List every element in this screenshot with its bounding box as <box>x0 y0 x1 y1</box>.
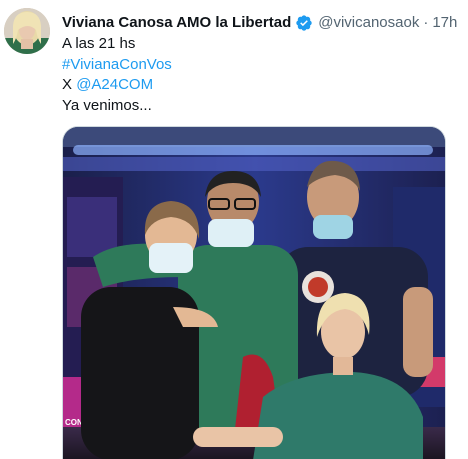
verified-badge-icon <box>295 14 313 32</box>
tweet-text-segment: A las 21 hs <box>62 35 136 52</box>
tweet-text-line: X @A24COM <box>62 75 458 96</box>
tweet-text: A las 21 hs #VivianaConVos X @A24COM Ya … <box>62 34 458 116</box>
author-display-name[interactable]: Viviana Canosa AMO la Libertad <box>62 13 291 33</box>
tweet-photo[interactable]: CON VOS <box>62 126 446 459</box>
tweet[interactable]: Viviana Canosa AMO la Libertad @vivicano… <box>0 0 468 459</box>
hashtag-link[interactable]: #VivianaConVos <box>62 56 172 73</box>
header-separator: · <box>423 14 429 31</box>
tweet-text-line: A las 21 hs <box>62 34 458 55</box>
tweet-text-line: #VivianaConVos <box>62 55 458 76</box>
tweet-text-segment: Ya venimos... <box>62 96 152 114</box>
author-avatar[interactable] <box>4 8 50 54</box>
tweet-header: Viviana Canosa AMO la Libertad @vivicano… <box>62 12 460 34</box>
mention-link[interactable]: @A24COM <box>76 76 153 93</box>
tweet-text-line: Ya venimos... <box>62 96 458 117</box>
tweet-text-segment: X <box>62 76 77 93</box>
tweet-timestamp[interactable]: 17h <box>432 13 457 33</box>
author-handle[interactable]: @vivicanosaok <box>318 13 419 33</box>
